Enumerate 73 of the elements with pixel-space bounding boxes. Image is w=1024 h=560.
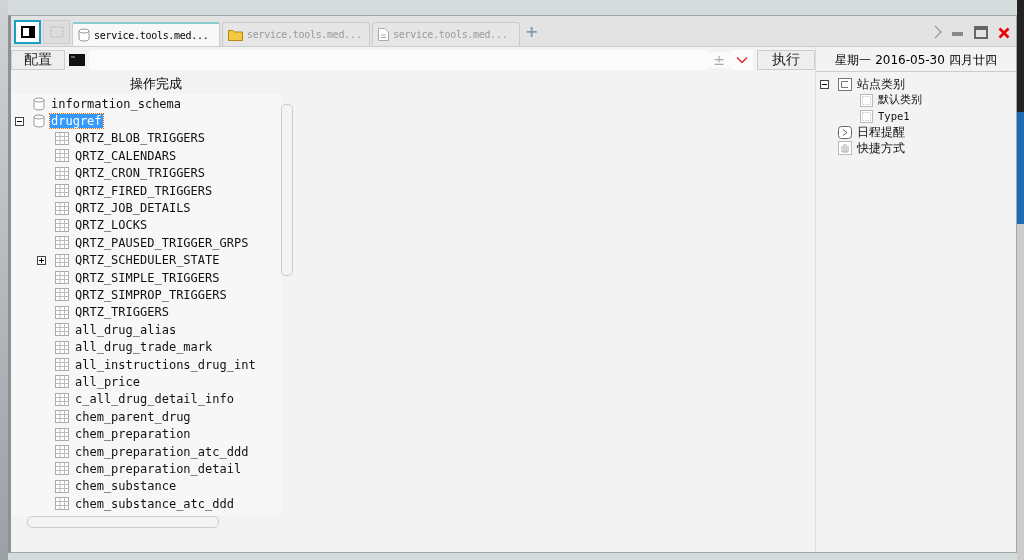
database-icon: [33, 114, 45, 129]
tree-item[interactable]: all_instructions_drug_int: [74, 357, 257, 372]
category-icon: [838, 77, 852, 91]
cylinder-icon: [78, 28, 90, 42]
folder-icon: [228, 28, 243, 41]
tree-item[interactable]: QRTZ_FIRED_TRIGGERS: [74, 183, 214, 198]
tree-item[interactable]: chem_preparation_atc_ddd: [74, 444, 250, 459]
tree-item[interactable]: 默认类别: [878, 93, 922, 107]
tree-item[interactable]: QRTZ_CALENDARS: [74, 148, 178, 163]
tree-item[interactable]: chem_substance_atc_ddd: [74, 496, 235, 511]
table-icon: [55, 497, 69, 511]
tree-item[interactable]: chem_substance: [74, 479, 178, 494]
tree-item[interactable]: QRTZ_SCHEDULER_STATE: [74, 253, 221, 268]
tree-item[interactable]: chem_parent_drug: [74, 409, 192, 424]
tree-item[interactable]: all_drug_alias: [74, 322, 178, 337]
tree-item[interactable]: QRTZ_TRIGGERS: [74, 305, 170, 320]
document-icon: [378, 28, 389, 41]
expand-icon[interactable]: [37, 255, 46, 265]
dashed-square-icon: [860, 109, 873, 123]
maximize-icon[interactable]: [974, 26, 988, 39]
tree-item[interactable]: c_all_drug_detail_info: [74, 392, 235, 407]
panel-toggle-button[interactable]: [14, 20, 41, 44]
table-icon: [55, 445, 69, 458]
table-icon: [55, 305, 69, 319]
tree-item[interactable]: QRTZ_SIMPROP_TRIGGERS: [74, 288, 228, 302]
terminal-icon: [69, 54, 85, 66]
tree-item[interactable]: chem_preparation_detail: [74, 461, 243, 476]
table-icon: [55, 358, 69, 372]
collapse-icon[interactable]: [15, 116, 24, 126]
date-text: 星期一 2016-05-30 四月廿四: [816, 49, 1016, 72]
tree-item[interactable]: QRTZ_JOB_DETAILS: [74, 201, 192, 216]
table-icon: [55, 340, 69, 354]
tree-item[interactable]: 站点类别: [857, 75, 905, 93]
table-icon: [55, 410, 69, 424]
table-icon: [55, 479, 69, 493]
dashed-square-icon: [860, 93, 873, 107]
table-icon: [55, 201, 69, 215]
dashed-square-icon: [49, 26, 64, 38]
tree-item[interactable]: QRTZ_SIMPLE_TRIGGERS: [74, 270, 221, 285]
sidebar-panel-icon: [20, 26, 35, 38]
tab[interactable]: service.tools.med...: [72, 22, 220, 46]
table-icon: [55, 375, 69, 389]
tree-item[interactable]: QRTZ_LOCKS: [74, 218, 149, 233]
tree-item[interactable]: information_schema: [50, 96, 183, 111]
table-icon: [55, 271, 69, 285]
tree-item[interactable]: 快捷方式: [857, 139, 905, 157]
table-icon: [55, 131, 69, 145]
table-icon: [55, 166, 69, 180]
table-icon: [55, 149, 69, 163]
tree-item[interactable]: chem_preparation: [74, 427, 192, 442]
table-icon: [55, 323, 69, 337]
dropdown-caret-icon[interactable]: [731, 50, 753, 70]
table-icon: [55, 184, 69, 198]
tree-item[interactable]: QRTZ_CRON_TRIGGERS: [74, 166, 207, 181]
tree-item[interactable]: 日程提醒: [857, 123, 905, 141]
table-icon: [55, 236, 69, 250]
status-text: 操作完成: [129, 75, 183, 93]
table-icon: [55, 427, 69, 441]
chevron-right-icon[interactable]: [934, 25, 942, 39]
collapse-icon[interactable]: [820, 79, 829, 89]
table-icon: [55, 392, 69, 406]
config-button[interactable]: 配置: [11, 50, 65, 70]
tree-item[interactable]: all_drug_trade_mark: [74, 340, 214, 355]
table-icon: [55, 462, 69, 476]
table-icon: [55, 218, 69, 232]
run-button[interactable]: 执行: [757, 50, 815, 70]
table-icon: [55, 253, 69, 267]
close-icon[interactable]: [998, 27, 1010, 39]
tree-item[interactable]: all_price: [74, 374, 142, 389]
table-icon: [55, 288, 69, 302]
tree-item[interactable]: QRTZ_BLOB_TRIGGERS: [74, 131, 207, 146]
tree-item[interactable]: Type1: [878, 110, 910, 122]
tree-item[interactable]: QRTZ_PAUSED_TRIGGER_GRPS: [74, 235, 250, 250]
